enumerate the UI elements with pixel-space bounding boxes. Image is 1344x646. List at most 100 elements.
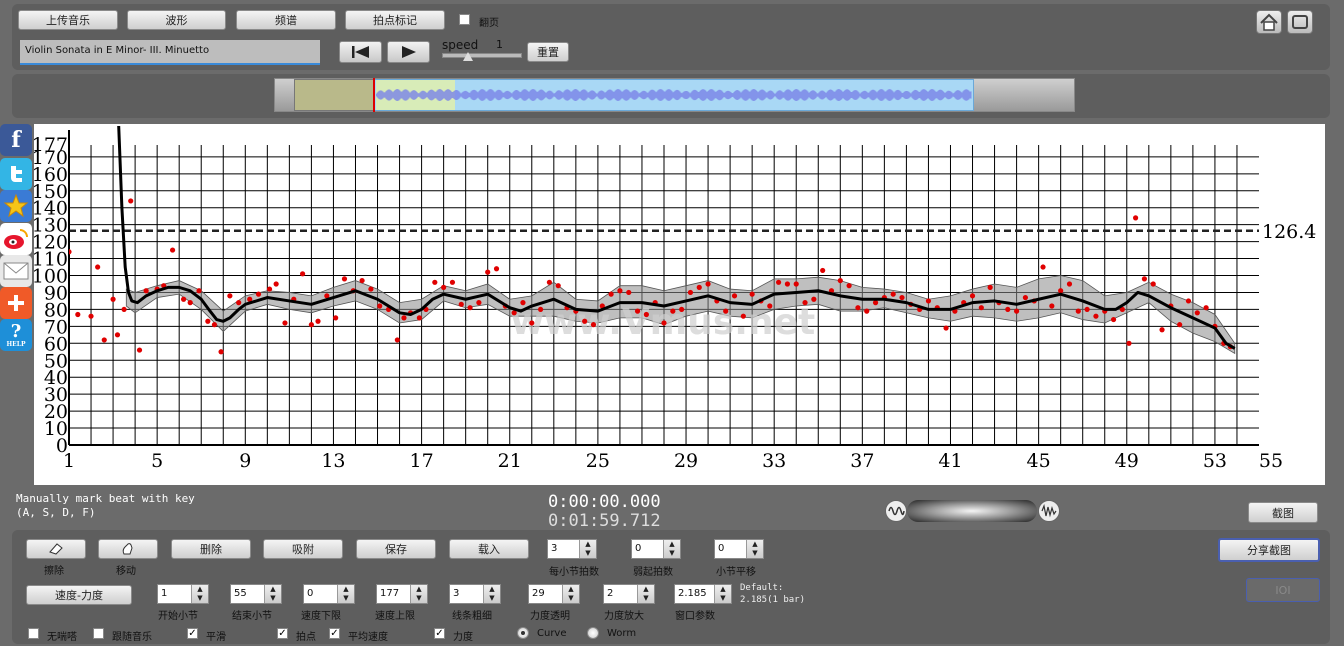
end-bar-stepper[interactable]: 55 ▲ ▼ [230,584,282,604]
waveform-left-icon[interactable] [885,500,907,522]
dynamics-label: 力度 [453,632,473,643]
move-button[interactable] [98,539,158,559]
beat-point [394,337,400,343]
beat-point [899,294,905,301]
beat-point [679,306,685,313]
waveform-right-icon[interactable] [1038,500,1060,522]
beat-point [187,300,193,306]
dynamics-checkbox[interactable]: ✓ [434,628,445,639]
beat-point [416,315,422,321]
delete-button[interactable]: 删除 [171,539,251,559]
beat-point [784,281,791,287]
x-tick-label: 17 [409,450,433,472]
beat-point [529,320,535,326]
beat-point [837,277,843,284]
x-tick-label: 9 [239,450,251,472]
beat-point [359,277,365,284]
pickup-beats-stepper[interactable]: 0 ▲ ▼ [631,539,681,559]
beat-point [1013,308,1020,314]
beat-point [987,284,993,290]
beat-point [1049,303,1055,309]
x-tick-label: 53 [1203,450,1227,472]
tempo-chart[interactable]: www.Vmus.net126.401020304050607080901001… [0,0,1344,490]
y-tick-label: 177 [32,134,68,156]
beat-point [266,286,273,292]
beat-point [180,296,187,302]
beat-point [705,281,711,287]
screenshot-button[interactable]: 截图 [1248,502,1318,523]
beats-per-bar-stepper[interactable]: 3 ▲ ▼ [547,539,597,559]
beat-point [114,332,121,338]
beat-point-label: 拍点 [296,632,316,643]
beat-point [608,291,614,297]
x-tick-label: 5 [151,450,163,472]
tempo-max-stepper[interactable]: 177 ▲ ▼ [376,584,428,604]
dynamics-scale-label: 力度放大 [604,611,644,622]
beat-point [377,303,383,309]
beat-point [1203,305,1209,311]
beat-point [218,349,224,355]
no-gap-checkbox[interactable] [28,628,39,639]
beat-point [169,247,176,253]
bar-offset-label: 小节平移 [716,567,756,578]
curve-radio[interactable] [517,627,529,639]
beat-point [670,308,676,314]
default-line1: Default: [740,583,784,593]
beat-point [1005,306,1011,313]
beat-point [1150,281,1156,287]
beat-point [75,311,81,318]
beat-point [537,306,544,313]
beat-point [872,300,879,306]
save-button[interactable]: 保存 [356,539,436,559]
follow-music-checkbox[interactable] [93,628,104,639]
beat-point [775,279,782,285]
beat-point [205,318,211,324]
tempo-dynamics-button[interactable]: 速度-力度 [26,585,132,605]
x-tick-label: 37 [850,450,874,472]
beat-point [95,264,101,270]
beat-point [493,266,500,272]
beat-point [236,300,242,306]
share-screenshot-button[interactable]: 分享截图 [1218,538,1320,562]
line-width-stepper[interactable]: 3 ▲ ▼ [449,584,501,604]
bar-offset-stepper[interactable]: 0 ▲ ▼ [714,539,764,559]
hint-line2: (A, S, D, F) [16,506,96,519]
load-button[interactable]: 载入 [449,539,529,559]
window-param-stepper[interactable]: 2.185 ▲ ▼ [674,584,732,604]
start-bar-stepper[interactable]: 1 ▲ ▼ [157,584,209,604]
beat-point [969,293,976,299]
beat-point [1159,327,1165,333]
average-tempo-label: 126.4 [1262,221,1316,243]
default-line2: 2.185(1 bar) [740,595,806,605]
x-tick-label: 13 [321,450,345,472]
tempo-min-label: 速度下限 [301,611,341,622]
beat-point [590,322,597,328]
beat-point-checkbox[interactable]: ✓ [277,628,288,639]
dynamics-opacity-stepper[interactable]: 29 ▲ ▼ [528,584,580,604]
beat-point [211,322,218,328]
beat-point [88,313,94,319]
beat-point [458,301,464,307]
x-tick-label: 33 [762,450,786,472]
beat-point [1022,294,1029,301]
avg-tempo-label: 平均速度 [348,632,388,643]
tempo-min-stepper[interactable]: 0 ▲ ▼ [303,584,355,604]
dynamics-scale-stepper[interactable]: 2 ▲ ▼ [603,584,655,604]
beat-point [1141,276,1148,282]
beat-point [315,318,321,324]
volume-slider[interactable] [907,500,1037,522]
erase-button[interactable] [26,539,86,559]
beat-point [802,300,808,306]
beat-point [368,286,374,292]
window-param-label: 窗口参数 [675,611,715,622]
avg-tempo-checkbox[interactable]: ✓ [329,628,340,639]
beat-point [793,281,799,287]
x-tick-label: 29 [674,450,698,472]
snap-button[interactable]: 吸附 [263,539,343,559]
smooth-checkbox[interactable]: ✓ [187,628,198,639]
beat-point [731,293,738,299]
beat-point [820,267,826,274]
worm-radio[interactable] [587,627,599,639]
beat-point [643,311,649,318]
beat-point [555,283,561,289]
